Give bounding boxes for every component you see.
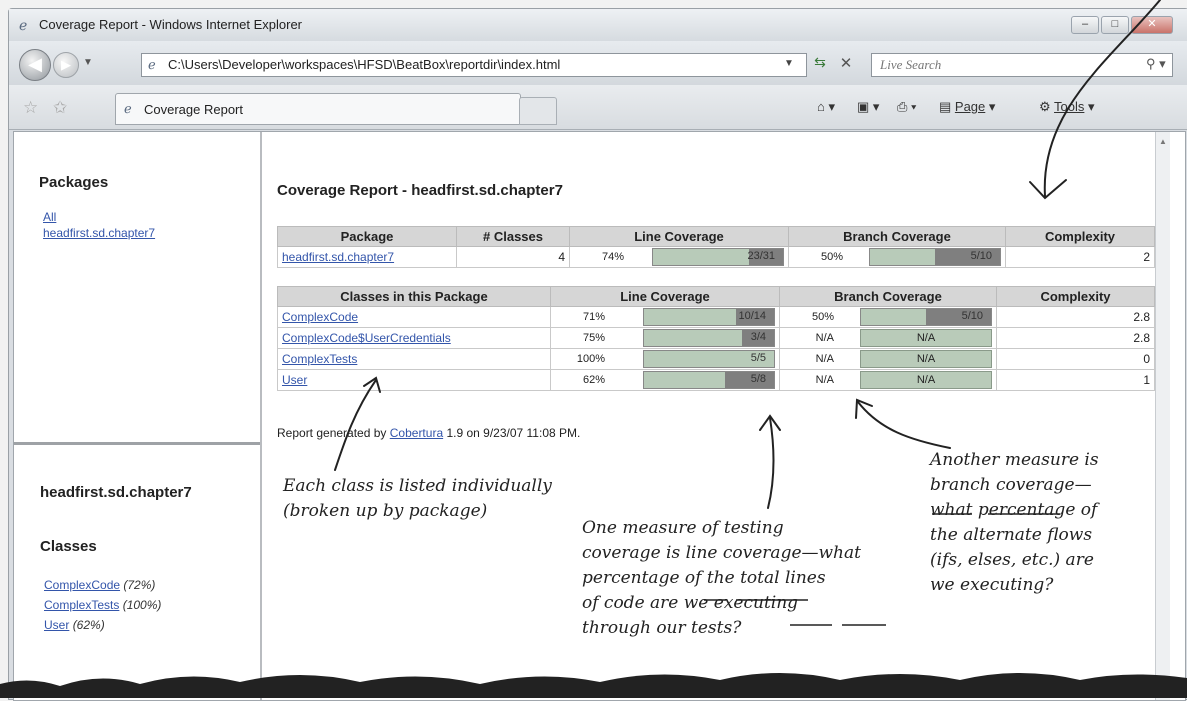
- arrow-to-branch-coverage: [857, 401, 951, 449]
- arrow-to-complexity: [1043, 0, 1161, 197]
- arrow-to-line-coverage: [767, 417, 775, 509]
- arrowhead-complexity: [1029, 179, 1067, 200]
- torn-paper-edge: [0, 673, 1187, 698]
- arrow-to-classes: [334, 379, 377, 471]
- annotation-arrows: [0, 0, 1187, 698]
- annotation-underlines: [704, 513, 1060, 626]
